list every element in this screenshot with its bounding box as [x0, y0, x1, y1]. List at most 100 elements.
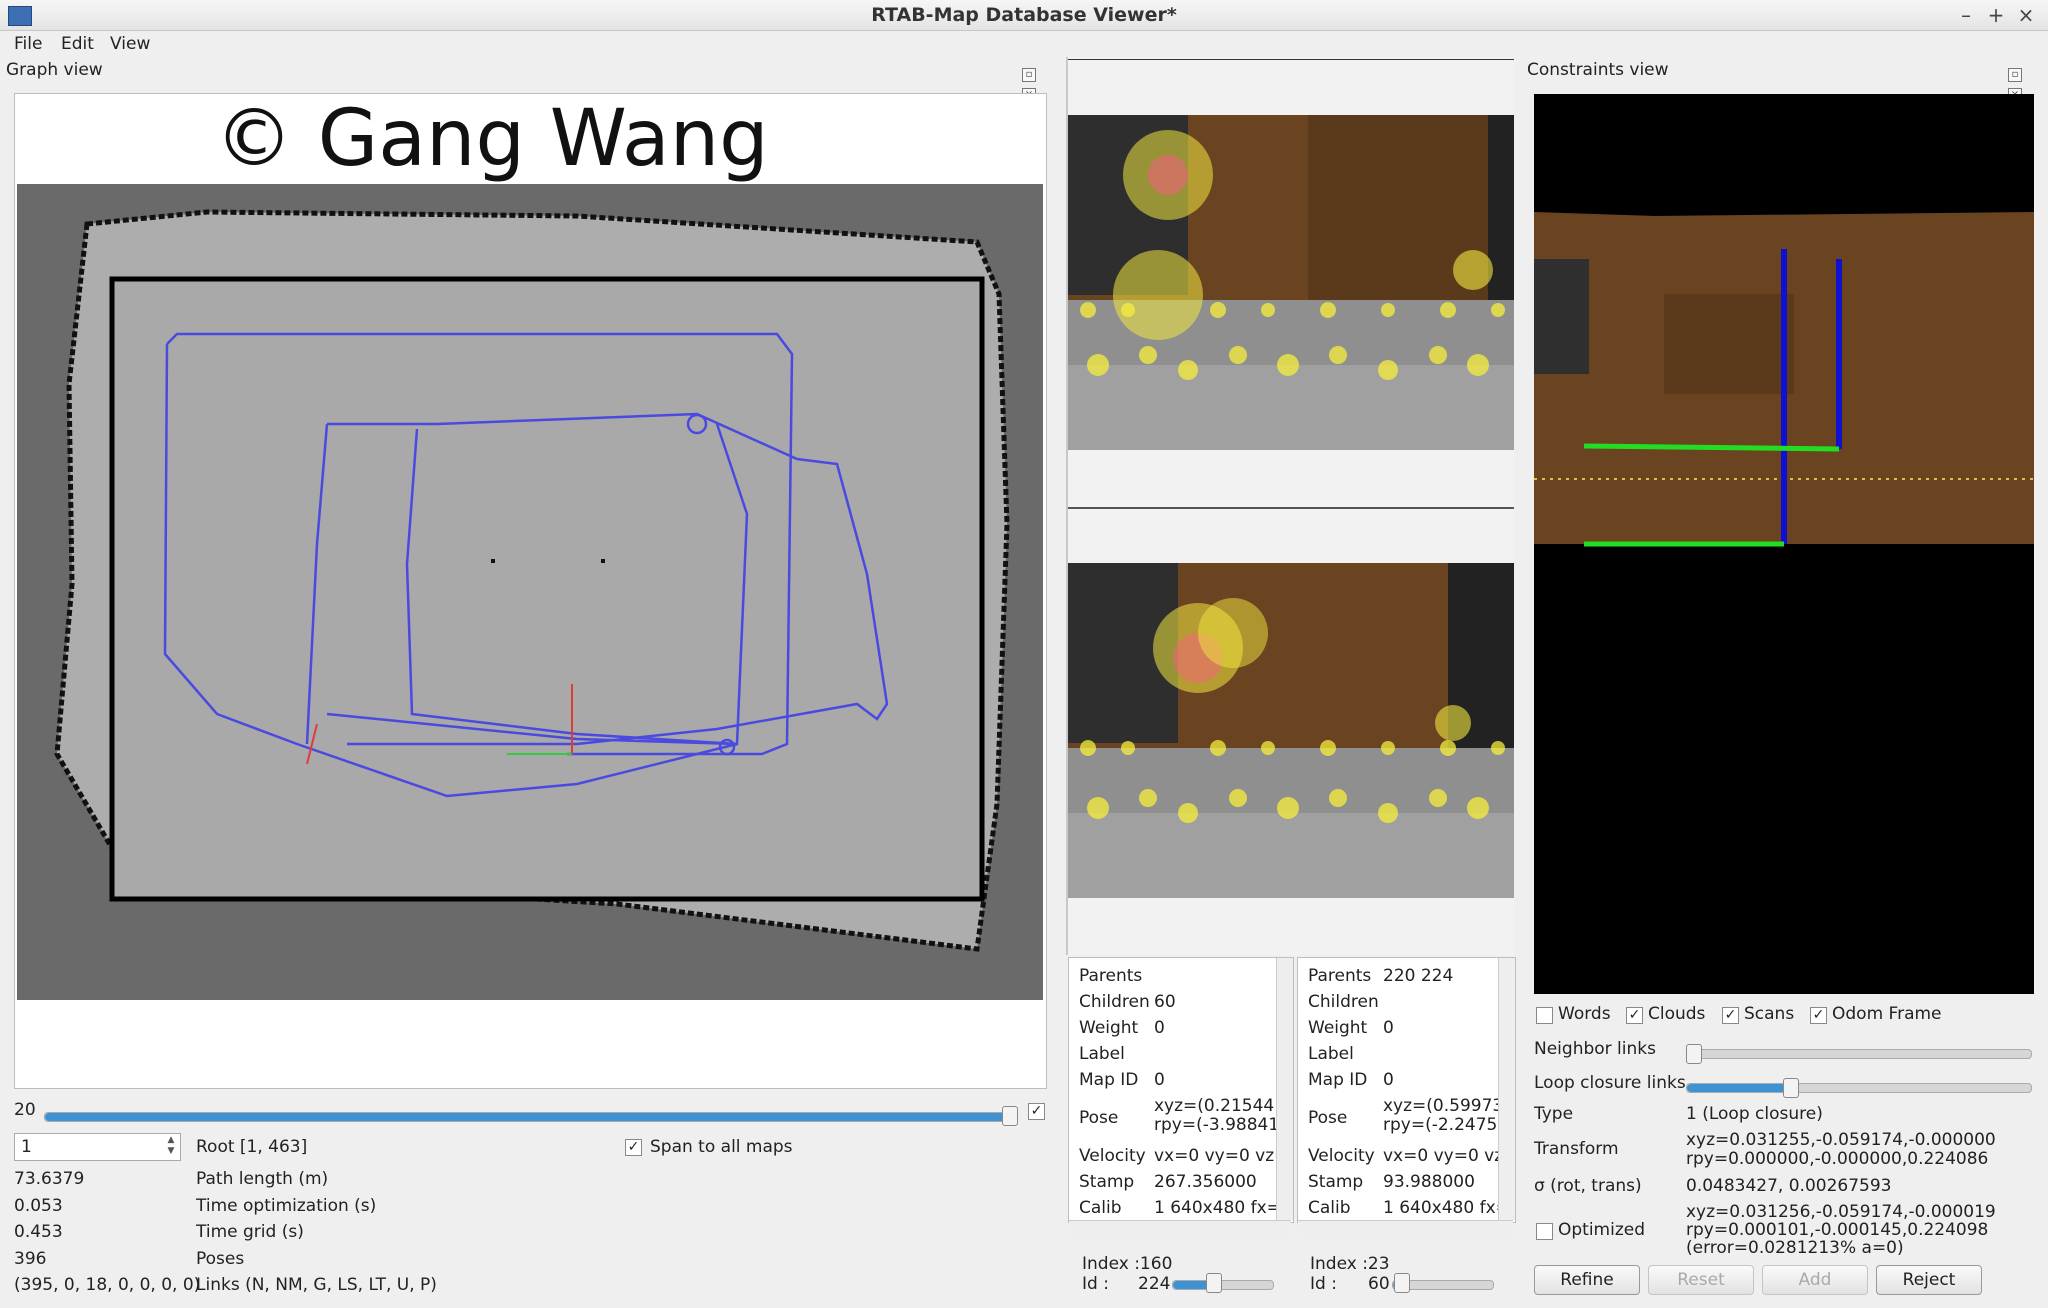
reset-button[interactable]: Reset [1648, 1265, 1754, 1295]
type-key: Type [1534, 1104, 1574, 1124]
close-icon[interactable]: × [2015, 3, 2037, 27]
info-value: 0 [1154, 1070, 1165, 1090]
origin-marker [491, 559, 495, 563]
3d-wood-panel [1664, 294, 1794, 394]
info-key: Children [1308, 992, 1379, 1012]
stat-label: Path length (m) [196, 1169, 329, 1189]
clouds-checkbox[interactable]: ✓ [1626, 1007, 1643, 1024]
info-key: Children [1079, 992, 1150, 1012]
node-info-right: Parents 220 224 Children Weight 0 Label Ma… [1297, 957, 1516, 1223]
graph-canvas[interactable]: © Gang Wang [14, 93, 1047, 1089]
graph-slider-fill [45, 1113, 1013, 1121]
info-value: xyz=(0.215441 [1154, 1096, 1286, 1116]
type-value: 1 (Loop closure) [1686, 1104, 1823, 1124]
3d-dark-panel [1534, 259, 1589, 374]
float-icon[interactable]: ▫ [2008, 68, 2022, 82]
words-label: Words [1558, 1004, 1611, 1024]
info-key: Weight [1308, 1018, 1368, 1038]
feature-blob [1198, 598, 1268, 668]
menu-bar: File Edit View [0, 31, 2048, 57]
feature-blob [1113, 250, 1203, 340]
right-index-label: Index :23 [1310, 1254, 1390, 1274]
transform-value: xyz=0.031255,-0.059174,-0.000000 [1686, 1130, 1996, 1150]
menu-view[interactable]: View [110, 34, 150, 54]
loop-closure-links-slider[interactable] [1686, 1083, 2032, 1093]
graph-slider-handle[interactable] [1002, 1106, 1018, 1126]
stat-label: Time optimization (s) [196, 1196, 377, 1216]
info-value: vx=0 vy=0 vz [1383, 1146, 1504, 1166]
info-key: Stamp [1308, 1172, 1364, 1192]
loop-closure-links-handle[interactable] [1783, 1078, 1799, 1098]
left-index-label: Index :160 [1082, 1254, 1173, 1274]
scans-checkbox[interactable]: ✓ [1722, 1007, 1739, 1024]
optimized-value: xyz=0.031256,-0.059174,-0.000019 [1686, 1202, 1996, 1222]
info-value: 1 640x480 fx= [1383, 1198, 1510, 1218]
span-all-maps-checkbox[interactable]: ✓ [625, 1139, 642, 1156]
occupancy-map [17, 184, 1043, 1000]
image-view-b[interactable] [1068, 563, 1514, 898]
info-key: Pose [1308, 1108, 1348, 1128]
right-id-slider-handle[interactable] [1394, 1273, 1410, 1293]
watermark: © Gang Wang [215, 94, 769, 184]
left-id-slider[interactable] [1172, 1280, 1274, 1290]
info-key: Pose [1079, 1108, 1119, 1128]
refine-button[interactable]: Refine [1534, 1265, 1640, 1295]
root-spinbox[interactable]: 1 ▲ ▼ [14, 1133, 181, 1161]
spin-arrows-icon[interactable]: ▲ ▼ [164, 1135, 178, 1157]
loop-closure-links-label: Loop closure links [1534, 1073, 1686, 1093]
neighbor-links-handle[interactable] [1686, 1044, 1702, 1064]
float-icon[interactable]: ▫ [1022, 68, 1036, 82]
graph-slider-value: 20 [14, 1100, 36, 1120]
add-button[interactable]: Add [1762, 1265, 1868, 1295]
node-left-vscroll[interactable] [1276, 958, 1293, 1220]
left-id-slider-handle[interactable] [1206, 1273, 1222, 1293]
image-view-a[interactable] [1068, 115, 1514, 450]
menu-file[interactable]: File [14, 34, 42, 54]
node-info-left: Parents Children 60 Weight 0 Label Map ID 0… [1068, 957, 1294, 1223]
node-right-vscroll[interactable] [1498, 958, 1515, 1220]
scans-label: Scans [1744, 1004, 1795, 1024]
info-key: Parents [1079, 966, 1143, 986]
left-id-value: 224 [1138, 1274, 1171, 1294]
stat-value: 0.453 [14, 1222, 63, 1242]
graph-view-title: Graph view [6, 60, 103, 80]
graph-slider-checkbox[interactable]: ✓ [1028, 1103, 1045, 1120]
node-right-hscroll[interactable] [1298, 1220, 1513, 1237]
reject-button[interactable]: Reject [1876, 1265, 1982, 1295]
info-value: 0 [1383, 1070, 1394, 1090]
constraints-3d-view[interactable] [1534, 94, 2034, 994]
stat-value: 0.053 [14, 1196, 63, 1216]
info-value: 0 [1383, 1018, 1394, 1038]
transform-value: rpy=0.000000,-0.000000,0.224086 [1686, 1149, 1989, 1169]
feature-blob [1148, 155, 1188, 195]
maximize-icon[interactable]: + [1985, 3, 2007, 27]
info-key: Label [1308, 1044, 1354, 1064]
transform-key: Transform [1534, 1139, 1619, 1159]
menu-edit[interactable]: Edit [61, 34, 94, 54]
minimize-icon[interactable]: – [1955, 3, 1977, 27]
left-id-label: Id : [1082, 1274, 1109, 1294]
sigma-key: σ (rot, trans) [1534, 1176, 1642, 1196]
image-floor-tiles [1068, 813, 1514, 898]
info-key: Calib [1079, 1198, 1122, 1218]
info-key: Map ID [1308, 1070, 1368, 1090]
graph-view-dock-buttons: ▫× [1022, 62, 1054, 102]
right-id-label: Id : [1310, 1274, 1337, 1294]
odom-frame-checkbox[interactable]: ✓ [1810, 1007, 1827, 1024]
odom-frame-label: Odom Frame [1832, 1004, 1942, 1024]
room-outline [109, 276, 985, 902]
constraints-view-title: Constraints view [1527, 60, 1669, 80]
node-left-hscroll[interactable] [1069, 1220, 1291, 1237]
info-value: vx=0 vy=0 vz= [1154, 1146, 1289, 1166]
window-title: RTAB-Map Database Viewer* [871, 4, 1177, 26]
optimized-value: (error=0.0281213% a=0) [1686, 1238, 1904, 1258]
span-all-maps-label: Span to all maps [650, 1137, 793, 1157]
graph-slider[interactable] [44, 1112, 1014, 1122]
optimized-checkbox[interactable] [1536, 1223, 1553, 1240]
words-checkbox[interactable] [1536, 1007, 1553, 1024]
constraints-dock-buttons: ▫× [2008, 62, 2040, 102]
3d-axis-y1 [1583, 443, 1840, 452]
stat-value: 396 [14, 1249, 47, 1269]
neighbor-links-slider[interactable] [1686, 1049, 2032, 1059]
root-label: Root [1, 463] [196, 1137, 308, 1157]
